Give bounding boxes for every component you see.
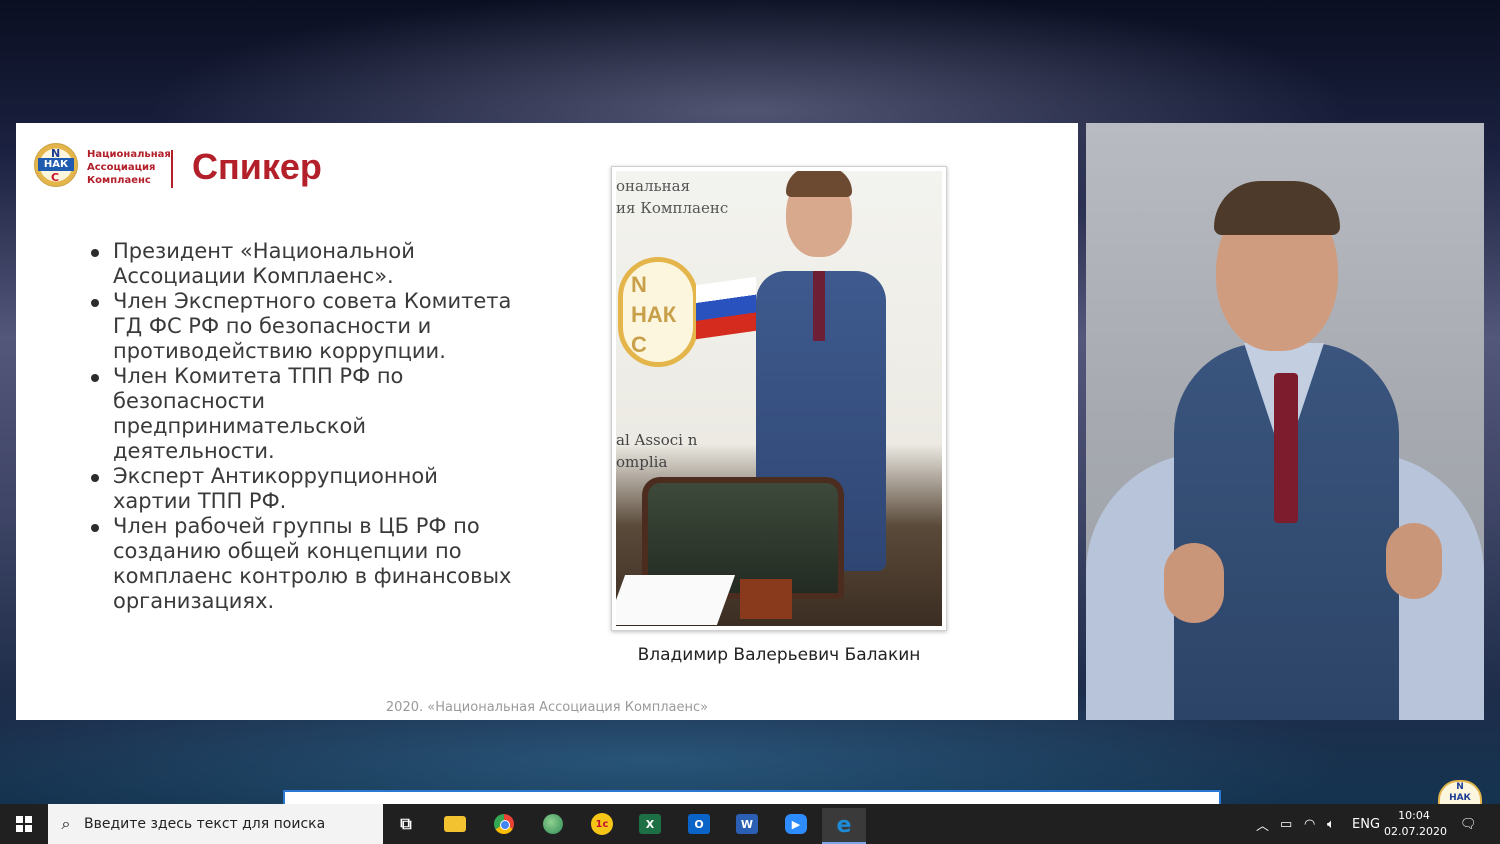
- photo-banner-line: omplia: [616, 453, 668, 471]
- slide-title: Спикер: [192, 146, 322, 187]
- show-hidden-icons[interactable]: ︿: [1256, 804, 1269, 844]
- bullet-list: Президент «Национальной Ассоциации Компл…: [91, 239, 521, 614]
- bullet-item: Президент «Национальной Ассоциации Компл…: [91, 239, 521, 289]
- video-speaker-hand: [1386, 523, 1442, 599]
- photo-image: ональная ия Комплаенс N НАК С al Associ …: [616, 171, 942, 626]
- file-explorer-button[interactable]: [433, 808, 477, 840]
- photo-logo-letter: N: [631, 272, 647, 297]
- chrome-button[interactable]: [482, 808, 526, 840]
- bullet-item: Эксперт Антикоррупционной хартии ТПП РФ.: [91, 464, 521, 514]
- video-speaker-tie: [1274, 373, 1298, 523]
- photo-logo-badge: N НАК С: [618, 257, 698, 367]
- video-speaker-hand: [1164, 543, 1224, 623]
- russian-flag: [696, 276, 756, 340]
- logo-text: Национальная Ассоциация Комплаенс: [87, 148, 173, 187]
- battery-icon: ▭: [1280, 816, 1293, 832]
- search-input[interactable]: Введите здесь текст для поиска: [84, 816, 325, 832]
- edge-button[interactable]: e: [822, 808, 866, 844]
- pen-cup: [740, 579, 792, 619]
- notification-center[interactable]: 🗨︎: [1460, 804, 1477, 844]
- paper-sheet: [616, 575, 736, 625]
- edge-icon: e: [836, 812, 852, 838]
- photo-logo-letter: НАК: [631, 302, 677, 327]
- photo-banner-line: ия Комплаенс: [616, 199, 729, 217]
- volume-control[interactable]: 🔈︎: [1327, 804, 1335, 844]
- outlook-icon: O: [688, 814, 710, 834]
- system-clock[interactable]: 10:04 02.07.2020: [1384, 808, 1447, 840]
- bullet-item: Член рабочей группы в ЦБ РФ по созданию …: [91, 514, 521, 614]
- speaker-icon: 🔈︎: [1327, 816, 1335, 832]
- globe-browser-button[interactable]: [531, 808, 575, 840]
- bullet-item: Член Комитета ТПП РФ по безопасности пре…: [91, 364, 521, 464]
- wifi-icon: ◠: [1304, 816, 1316, 832]
- speaker-photo: ональная ия Комплаенс N НАК С al Associ …: [611, 166, 947, 631]
- chrome-icon: [494, 814, 514, 834]
- start-button[interactable]: [0, 804, 48, 844]
- windows-taskbar: ⌕ Введите здесь текст для поиска ⧉ 1с X …: [0, 804, 1500, 844]
- 1c-button[interactable]: 1с: [580, 808, 624, 840]
- logo-letter-c: С: [51, 171, 60, 184]
- logo-text-line: Национальная: [87, 149, 171, 160]
- photo-banner-line: ональная: [616, 177, 691, 195]
- excel-icon: X: [639, 814, 661, 834]
- organization-logo: N НАК С Национальная Ассоциация Комплаен…: [34, 143, 194, 193]
- task-view-icon: ⧉: [400, 814, 412, 833]
- photo-logo-letters: N НАК С: [631, 270, 676, 360]
- search-icon: ⌕: [61, 814, 71, 833]
- zoom-button[interactable]: ▶: [774, 808, 818, 840]
- word-icon: W: [736, 814, 758, 834]
- globe-icon: [543, 814, 563, 834]
- photo-banner-line: al Associ n: [616, 431, 698, 449]
- person-hair: [786, 171, 852, 197]
- presentation-slide: N НАК С Национальная Ассоциация Комплаен…: [16, 123, 1078, 720]
- notification-icon: 🗨︎: [1460, 816, 1477, 832]
- clock-time: 10:04: [1398, 809, 1430, 822]
- photo-caption: Владимир Валерьевич Балакин: [637, 645, 921, 665]
- slide-footer: 2020. «Национальная Ассоциация Комплаенс…: [385, 700, 709, 715]
- word-button[interactable]: W: [725, 808, 769, 840]
- title-divider: [171, 150, 173, 188]
- logo-band: НАК: [38, 158, 74, 171]
- watermark-logo-letter: N: [1456, 782, 1464, 792]
- language-indicator[interactable]: ENG: [1352, 804, 1380, 844]
- logo-emblem: N НАК С: [34, 143, 78, 187]
- excel-button[interactable]: X: [628, 808, 672, 840]
- zoom-icon: ▶: [785, 814, 807, 834]
- taskbar-search[interactable]: ⌕ Введите здесь текст для поиска: [48, 804, 383, 844]
- photo-banner-text-lower: al Associ n omplia: [616, 429, 697, 473]
- chevron-up-icon: ︿: [1256, 818, 1270, 834]
- photo-banner-text: ональная ия Комплаенс: [616, 175, 728, 219]
- task-view-button[interactable]: ⧉: [384, 808, 428, 840]
- video-speaker-hair: [1214, 181, 1340, 235]
- logo-text-line: Комплаенс: [87, 175, 151, 186]
- photo-logo-letter: С: [631, 332, 647, 357]
- language-label: ENG: [1352, 816, 1381, 832]
- network-status[interactable]: ◠: [1304, 804, 1315, 844]
- 1c-icon: 1с: [591, 813, 613, 835]
- outlook-button[interactable]: O: [677, 808, 721, 840]
- speaker-video-feed: [1086, 123, 1484, 720]
- clock-date: 02.07.2020: [1384, 825, 1447, 838]
- battery-status[interactable]: ▭: [1280, 804, 1292, 844]
- watermark-logo-letter: НАК: [1449, 793, 1471, 803]
- logo-text-line: Ассоциация: [87, 162, 156, 173]
- folder-icon: [444, 816, 466, 832]
- person-tie: [813, 271, 825, 341]
- windows-icon: [16, 816, 32, 832]
- bullet-item: Член Экспертного совета Комитета ГД ФС Р…: [91, 289, 521, 364]
